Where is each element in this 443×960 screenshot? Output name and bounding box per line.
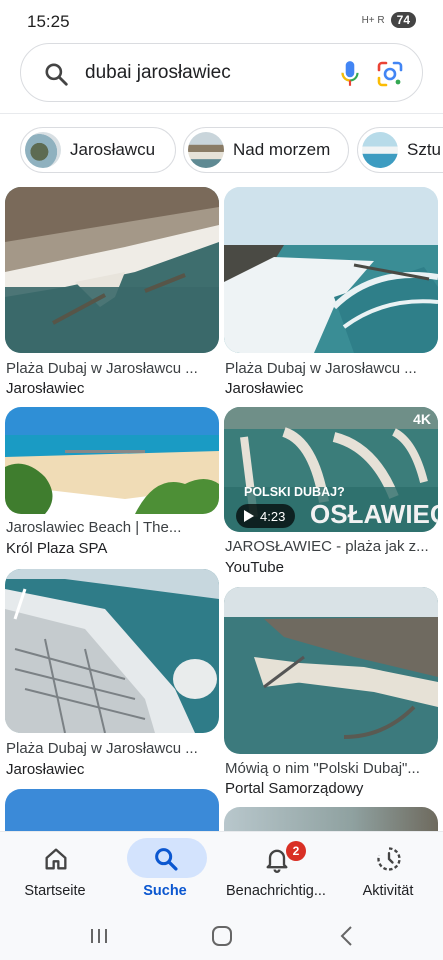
result-image[interactable] (224, 187, 438, 353)
result-source: Król Plaza SPA (6, 540, 108, 557)
nav-label: Benachrichtig... (226, 883, 326, 899)
result-title[interactable]: JAROSŁAWIEC - plaża jak z... (225, 538, 437, 555)
nav-suche[interactable]: Suche (110, 832, 220, 914)
result-source: Jarosławiec (225, 380, 304, 397)
result-image[interactable] (5, 407, 219, 514)
result-tile[interactable]: Plaża Dubaj w Jarosławcu ... Jarosławiec (5, 569, 219, 782)
nav-startseite[interactable]: Startseite (0, 832, 110, 914)
nav-label: Aktivität (362, 883, 414, 899)
mic-icon[interactable] (337, 59, 363, 89)
result-title[interactable]: Plaża Dubaj w Jarosławcu ... (6, 360, 218, 377)
battery-indicator: 74 (390, 12, 416, 28)
chip-label: Jarosławcu (70, 140, 156, 159)
google-lens-icon[interactable] (376, 60, 404, 88)
divider (0, 113, 443, 114)
status-time: 15:25 (27, 12, 70, 31)
chip-thumbnail (188, 132, 224, 168)
overlay-caption: POLSKI DUBAJ? (244, 485, 345, 499)
result-source: YouTube (225, 559, 284, 576)
result-source: Jarosławiec (6, 380, 85, 397)
status-icons: H+ R 74 (362, 12, 416, 28)
nav-label: Startseite (24, 883, 86, 899)
result-image[interactable] (5, 569, 219, 733)
chip-thumbnail (362, 132, 398, 168)
video-duration: 4:23 (260, 508, 286, 524)
status-bar: 15:25 H+ R 74 (0, 0, 443, 40)
home-button-icon[interactable] (207, 921, 237, 951)
result-title[interactable]: Jaroslawiec Beach | The... (6, 519, 218, 536)
bottom-navigation: Startseite Suche 2 Benachrichtig... Akti… (0, 831, 443, 913)
chip-label: Sztu (407, 140, 442, 159)
result-tile[interactable]: Jaroslawiec Beach | The... Król Plaza SP… (5, 407, 219, 562)
result-tile[interactable]: Plaża Dubaj w Jarosławcu ... Jarosławiec (5, 187, 219, 402)
result-image[interactable] (224, 587, 438, 754)
result-title[interactable]: Plaża Dubaj w Jarosławcu ... (6, 740, 218, 757)
search-icon (45, 63, 68, 86)
chip-thumbnail (25, 132, 61, 168)
nav-aktivitat[interactable]: Aktivität (333, 832, 443, 914)
overlay-title: OSŁAWIEC (310, 499, 438, 529)
activity-icon (377, 847, 401, 871)
result-image[interactable]: 4K POLSKI DUBAJ? OSŁAWIEC 4:23 (224, 407, 438, 532)
result-tile[interactable] (224, 807, 438, 847)
result-title[interactable]: Plaża Dubaj w Jarosławcu ... (225, 360, 437, 377)
play-icon (244, 510, 254, 522)
search-input[interactable]: dubai jarosławiec (85, 62, 231, 84)
chip-nad-morzem[interactable]: Nad morzem (183, 127, 349, 173)
chip-label: Nad morzem (233, 140, 331, 159)
signal-icon: H+ R (361, 14, 385, 26)
chip-jaroslawcu[interactable]: Jarosławcu (20, 127, 176, 173)
result-tile[interactable]: Mówią o nim "Polski Dubaj"... Portal Sam… (224, 587, 438, 800)
back-icon[interactable] (332, 921, 362, 951)
result-image[interactable] (5, 187, 219, 353)
chip-sztu[interactable]: Sztu (357, 127, 443, 173)
result-tile-video[interactable]: 4K POLSKI DUBAJ? OSŁAWIEC 4:23 JAROSŁAWI… (224, 407, 438, 582)
nav-benachrichtigungen[interactable]: 2 Benachrichtig... (221, 832, 331, 914)
recent-apps-icon[interactable] (84, 921, 114, 951)
result-tile[interactable]: Plaża Dubaj w Jarosławcu ... Jarosławiec (224, 187, 438, 402)
home-icon (45, 848, 67, 870)
result-source: Jarosławiec (6, 761, 85, 778)
result-title[interactable]: Mówią o nim "Polski Dubaj"... (225, 760, 437, 777)
result-tile[interactable] (5, 789, 219, 849)
filter-chips: Jarosławcu Nad morzem Sztu (20, 127, 443, 173)
result-source: Portal Samorządowy (225, 780, 364, 797)
system-navigation (0, 913, 443, 960)
video-duration-badge: 4:23 (236, 504, 296, 528)
search-bar[interactable]: dubai jarosławiec (20, 43, 423, 102)
notification-badge: 2 (286, 841, 306, 861)
search-icon (155, 848, 178, 871)
nav-label: Suche (143, 883, 187, 899)
quality-label: 4K (413, 411, 431, 427)
